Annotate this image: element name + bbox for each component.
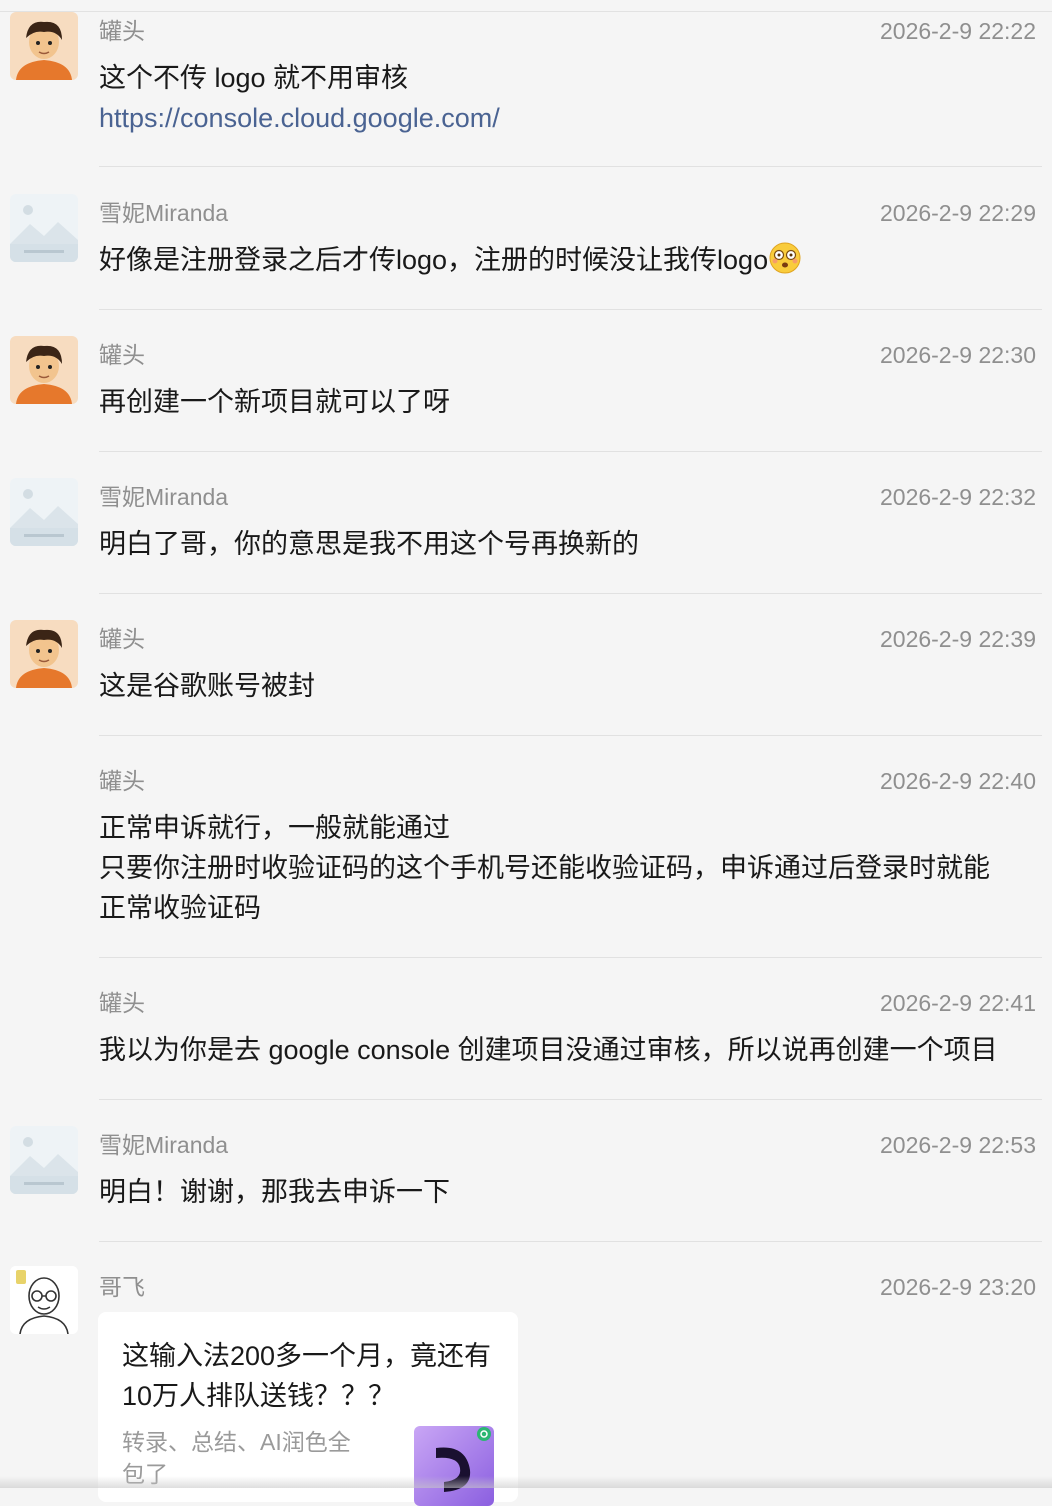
sender-name[interactable]: 雪妮Miranda: [99, 482, 228, 512]
message-divider: [99, 1099, 1042, 1100]
message-time: 2026-2-9 22:41: [879, 990, 1036, 1016]
sender-name[interactable]: 雪妮Miranda: [99, 198, 228, 228]
message-divider: [99, 1241, 1042, 1242]
sender-name[interactable]: 罐头: [99, 624, 145, 654]
message-time: 2026-2-9 22:40: [879, 768, 1036, 794]
dizzy-face-emoji-icon: [768, 241, 802, 275]
sender-name[interactable]: 罐头: [99, 340, 145, 370]
message-text-line: 好像是注册登录之后才传logo，注册的时候没让我传logo: [99, 245, 769, 275]
miranda-avatar[interactable]: [10, 1126, 78, 1194]
message-time: 2026-2-9 22:29: [879, 200, 1036, 226]
top-divider: [0, 11, 1052, 12]
message-text[interactable]: 这个不传 logo 就不用审核 https://console.cloud.go…: [99, 58, 1034, 138]
sender-name[interactable]: 雪妮Miranda: [99, 1130, 228, 1160]
guantou-avatar[interactable]: [10, 12, 78, 80]
guantou-avatar[interactable]: [10, 620, 78, 688]
message-divider: [99, 166, 1042, 167]
message-text-line: 这个不传 logo 就不用审核: [99, 63, 409, 93]
message-text[interactable]: 明白了哥，你的意思是我不用这个号再换新的: [99, 524, 1034, 564]
card-title: 这输入法200多一个月，竟还有10万人排队送钱？？？: [122, 1341, 492, 1411]
message-text[interactable]: 我以为你是去 google console 创建项目没通过审核，所以说再创建一个…: [99, 1030, 1044, 1070]
message-divider: [99, 593, 1042, 594]
link-card[interactable]: 这输入法200多一个月，竟还有10万人排队送钱？？？ 转录、总结、AI润色全包了: [98, 1312, 518, 1506]
message-time: 2026-2-9 22:53: [879, 1132, 1036, 1158]
message-divider: [99, 309, 1042, 310]
sender-name[interactable]: 罐头: [99, 16, 145, 46]
miranda-avatar[interactable]: [10, 194, 78, 262]
message-text[interactable]: 明白！谢谢，那我去申诉一下: [99, 1172, 1034, 1212]
message-divider: [99, 735, 1042, 736]
sender-name[interactable]: 哥飞: [99, 1272, 145, 1302]
message-text[interactable]: 这是谷歌账号被封: [99, 666, 1034, 706]
message-time: 2026-2-9 22:30: [879, 342, 1036, 368]
message-time: 2026-2-9 22:22: [879, 18, 1036, 44]
message-text[interactable]: 正常申诉就行，一般就能通过 只要你注册时收验证码的这个手机号还能收验证码，申诉通…: [99, 808, 1034, 928]
message-divider: [99, 451, 1042, 452]
message-time: 2026-2-9 23:20: [879, 1274, 1036, 1300]
sender-name[interactable]: 罐头: [99, 988, 145, 1018]
message-time: 2026-2-9 22:32: [879, 484, 1036, 510]
miranda-avatar[interactable]: [10, 478, 78, 546]
sender-name[interactable]: 罐头: [99, 766, 145, 796]
bottom-shadow: [0, 1476, 1052, 1488]
guantou-avatar[interactable]: [10, 336, 78, 404]
app-logo-icon: [414, 1426, 494, 1506]
gefei-avatar[interactable]: [10, 1266, 78, 1334]
message-link[interactable]: https://console.cloud.google.com/: [99, 103, 500, 133]
message-divider: [99, 957, 1042, 958]
message-text[interactable]: 再创建一个新项目就可以了呀: [99, 382, 1034, 422]
message-time: 2026-2-9 22:39: [879, 626, 1036, 652]
message-text[interactable]: 好像是注册登录之后才传logo，注册的时候没让我传logo: [99, 240, 1034, 280]
